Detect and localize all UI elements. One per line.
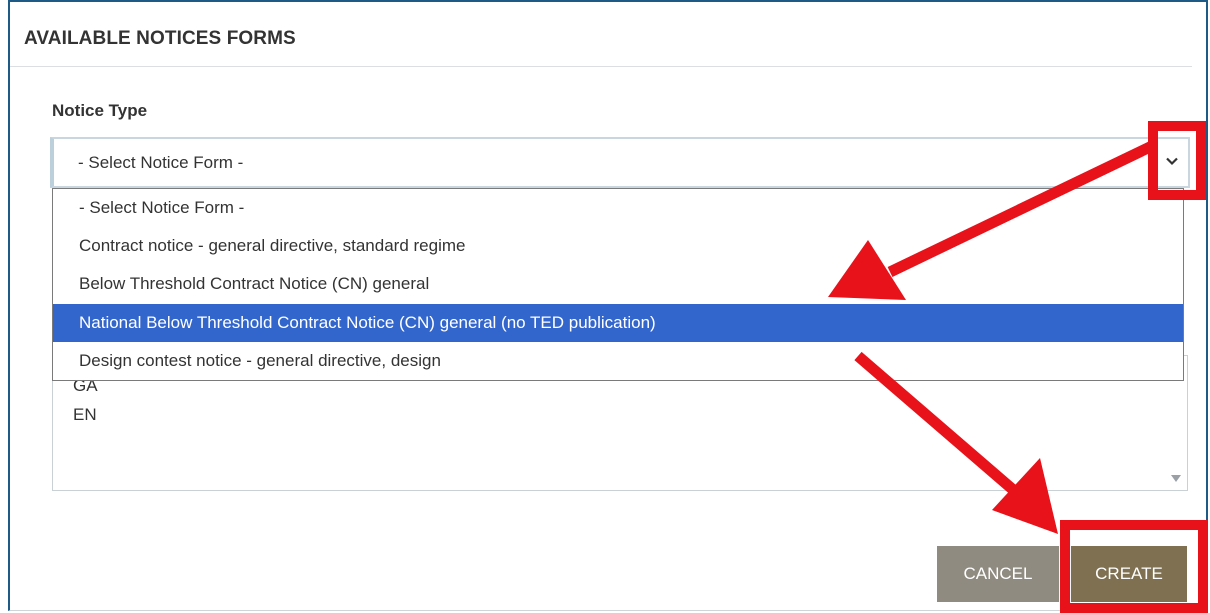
annotation-highlight-dropdown [1148,121,1206,200]
annotation-arrow-to-option [828,141,1155,300]
annotation-highlight-create [1060,520,1208,613]
annotation-arrows [828,141,1155,534]
annotation-arrow-to-create [854,351,1058,534]
